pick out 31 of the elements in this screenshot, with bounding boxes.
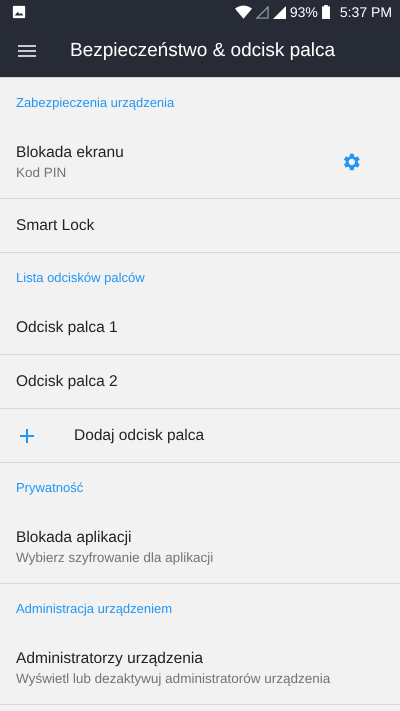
settings-item[interactable]: Blokada ekranu Kod PIN [0, 126, 400, 199]
item-subtitle: Kod PIN [16, 165, 68, 180]
battery-icon [322, 5, 330, 19]
section-header: Lista odcisków palców [15, 269, 146, 287]
wifi-icon [234, 5, 252, 19]
item-title: Blokada aplikacji [16, 529, 132, 547]
page-title: Bezpieczeństwo & odcisk palca [70, 40, 336, 62]
item-title: Odcisk palca 2 [16, 372, 119, 390]
image-icon [12, 5, 26, 19]
settings-item[interactable]: Administratorzy urządzenia Wyświetl lub dezaktywuj administratorów urządzenia [0, 632, 400, 705]
item-title: Administratorzy urządzenia [16, 650, 204, 668]
settings-item[interactable]: Odcisk palca 2 [0, 355, 400, 409]
add-item[interactable]: Dodaj odcisk palca [0, 409, 400, 463]
item-title: Smart Lock [16, 216, 96, 234]
item-title: Odcisk palca 1 [16, 318, 119, 336]
item-subtitle: Wyświetl lub dezaktywuj administratorów urządzenia [16, 671, 332, 686]
section-header: Prywatność [15, 479, 84, 497]
section-header: Zabezpieczenia urządzenia [15, 94, 176, 112]
item-title: Blokada ekranu [16, 144, 125, 162]
item-title: Dodaj odcisk palca [74, 426, 204, 444]
item-subtitle: Wybierz szyfrowanie dla aplikacji [16, 550, 214, 565]
signal-icon [256, 6, 269, 18]
signal-icon [272, 6, 286, 18]
section-header: Administracja urządzeniem [15, 600, 174, 618]
plus-icon [20, 428, 34, 442]
battery-percent: 93% [290, 4, 318, 20]
menu-icon[interactable] [18, 44, 36, 56]
settings-item[interactable]: Odcisk palca 1 [0, 301, 400, 355]
settings-item[interactable]: Smart Lock [0, 199, 400, 253]
clock: 5:37 PM [340, 4, 392, 20]
settings-item[interactable]: Blokada aplikacji Wybierz szyfrowanie dla aplikacji [0, 511, 400, 584]
